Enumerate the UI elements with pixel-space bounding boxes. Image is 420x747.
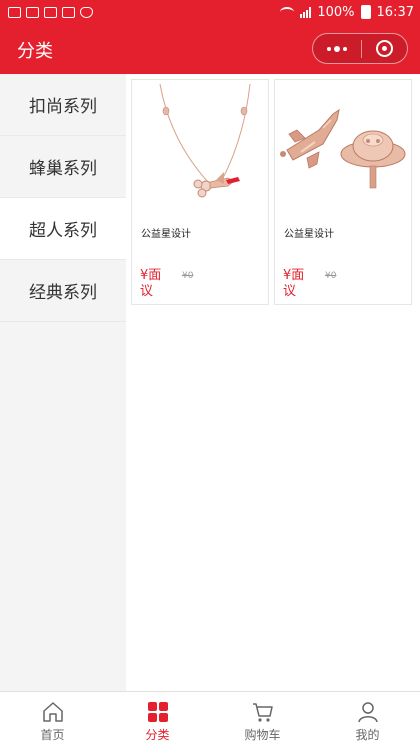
bottom-tab-bar: 首页 分类 购物车 我的 [0,691,420,747]
user-icon [357,702,378,723]
more-button[interactable] [313,34,361,63]
tab-label: 购物车 [244,728,281,742]
image-icon [62,6,75,18]
tab-label: 分类 [145,728,170,742]
product-price: ¥面议 [140,268,162,299]
wifi-icon [280,7,295,17]
tab-profile[interactable]: 我的 [315,692,420,747]
calendar-icon [44,6,57,18]
product-card[interactable]: 公益星设计 ¥面议 ¥0 [131,79,269,305]
sidebar-item-chaoren[interactable]: 超人系列 [0,198,126,260]
tab-label: 我的 [355,728,380,742]
status-bar: 100% 16:37 [0,0,420,24]
product-original-price: ¥0 [182,271,194,281]
battery-icon [360,5,371,19]
more-dot-icon [333,45,340,52]
tab-cart[interactable]: 购物车 [210,692,315,747]
target-icon [375,40,393,57]
title-bar: 分类 [0,24,420,74]
category-icon [147,702,168,722]
close-button[interactable] [361,34,407,63]
earrings-image [275,80,411,212]
message-icon [8,6,21,18]
page-title: 分类 [17,41,53,62]
sidebar-item-fengchao[interactable]: 蜂巢系列 [0,136,126,198]
cart-icon [252,703,273,722]
battery-percent: 100% [317,4,355,20]
product-original-price: ¥0 [325,271,337,281]
category-sidebar: 扣尚系列 蜂巢系列 超人系列 经典系列 [0,74,126,691]
more-dot-icon [326,46,331,51]
mini-program-capsule [312,33,408,64]
clock: 16:37 [376,4,414,20]
sidebar-item-koushang[interactable]: 扣尚系列 [0,74,126,136]
product-price: ¥面议 [283,268,305,299]
tab-label: 首页 [40,728,65,742]
tab-category[interactable]: 分类 [105,692,210,747]
shield-icon [80,6,93,18]
trash-icon [26,6,39,18]
product-name: 公益星设计 [284,229,334,240]
more-dot-icon [342,46,347,51]
sidebar-item-jingdian[interactable]: 经典系列 [0,260,126,322]
home-icon [42,702,63,722]
tab-home[interactable]: 首页 [0,692,105,747]
product-card[interactable]: 公益星设计 ¥面议 ¥0 [274,79,412,305]
signal-icon [300,6,312,18]
product-name: 公益星设计 [141,229,191,240]
necklace-image [132,80,268,212]
product-grid: 公益星设计 ¥面议 ¥0 公益星设计 ¥面议 ¥0 [126,74,420,691]
